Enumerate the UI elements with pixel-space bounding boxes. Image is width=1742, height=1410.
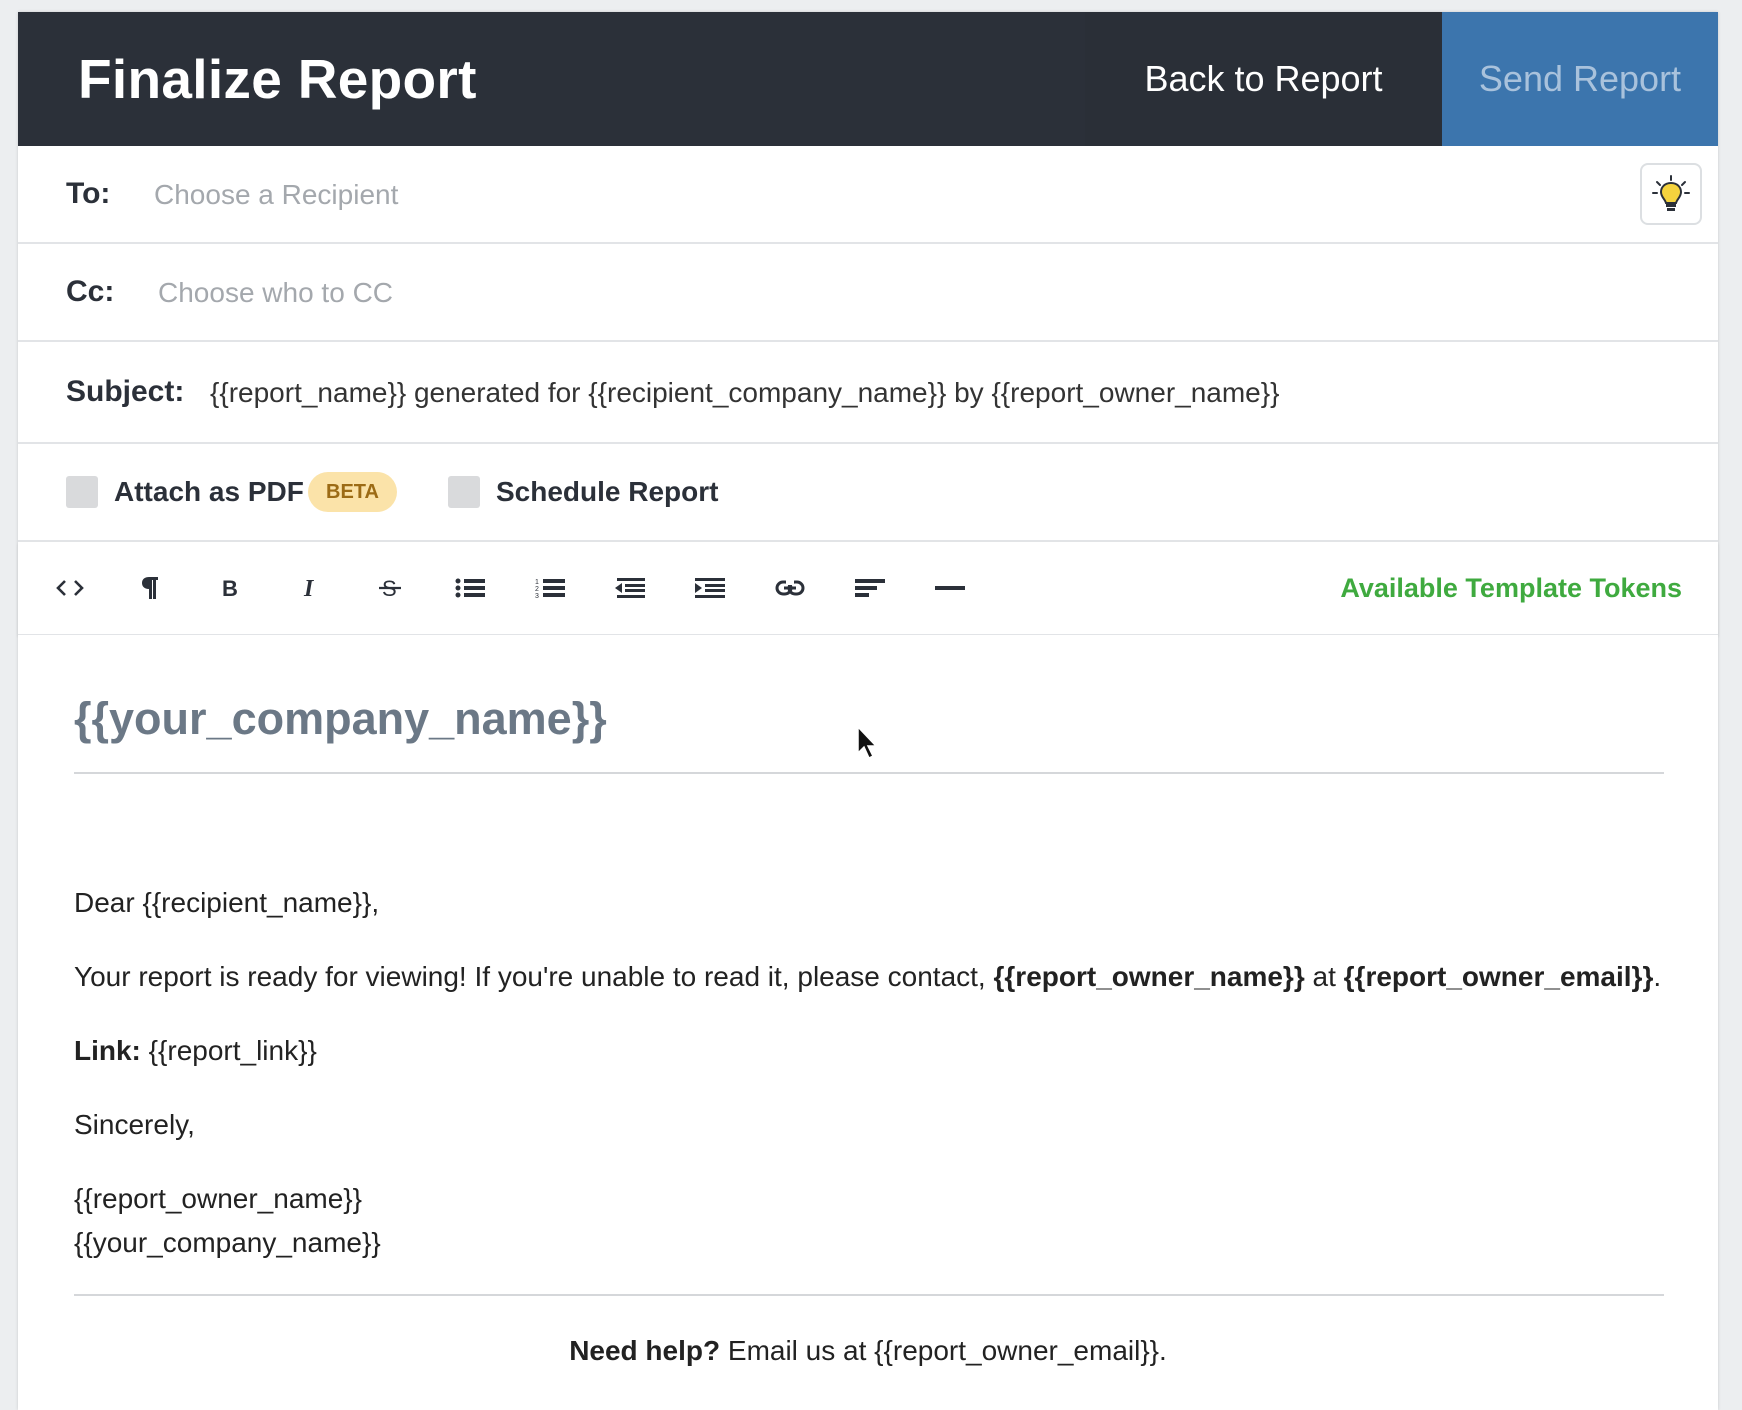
- bold-button[interactable]: B: [208, 568, 252, 608]
- attach-pdf-label[interactable]: Attach as PDF: [114, 476, 304, 508]
- period-text: .: [1653, 961, 1662, 992]
- pilcrow-icon: [142, 577, 158, 599]
- strikethrough-button[interactable]: S: [368, 568, 412, 608]
- page-title: Finalize Report: [78, 48, 477, 110]
- greeting-line: Dear {{recipient_name}},: [74, 887, 380, 918]
- indent-button[interactable]: [688, 568, 732, 608]
- align-button[interactable]: [848, 568, 892, 608]
- report-owner-name-token: {{report_owner_name}}: [993, 961, 1305, 992]
- svg-text:B: B: [222, 576, 238, 600]
- company-name-heading: {{your_company_name}}: [74, 693, 607, 744]
- subject-input[interactable]: [208, 373, 1662, 413]
- mouse-cursor-icon: [857, 725, 878, 760]
- heading-divider: [74, 772, 1664, 774]
- lightbulb-icon: [1652, 175, 1690, 211]
- svg-text:1: 1: [535, 579, 539, 586]
- indent-icon: [695, 578, 725, 598]
- report-owner-email-token: {{report_owner_email}}: [1343, 961, 1654, 992]
- editor-toolbar: B I S 123 Available Template Tokens: [18, 542, 1718, 635]
- numbered-list-button[interactable]: 123: [528, 568, 572, 608]
- strikethrough-icon: S: [379, 576, 401, 600]
- outdent-button[interactable]: [608, 568, 652, 608]
- need-help-label: Need help?: [569, 1335, 721, 1366]
- ordered-list-icon: 123: [535, 579, 565, 599]
- italic-button[interactable]: I: [288, 568, 332, 608]
- signature-name: {{report_owner_name}}: [74, 1183, 362, 1214]
- recipient-input[interactable]: [152, 176, 1456, 214]
- link-line: Link: {{report_link}}: [74, 1035, 317, 1067]
- link-label: Link:: [74, 1035, 141, 1066]
- to-row: To:: [18, 146, 1718, 244]
- send-report-button[interactable]: Send Report: [1442, 12, 1718, 146]
- svg-text:3: 3: [535, 593, 539, 599]
- tips-button[interactable]: [1640, 163, 1702, 225]
- report-link-token: {{report_link}}: [140, 1035, 317, 1066]
- at-text: at: [1304, 961, 1344, 992]
- align-left-icon: [855, 579, 885, 597]
- svg-text:2: 2: [535, 586, 539, 593]
- back-to-report-button[interactable]: Back to Report: [1085, 12, 1442, 146]
- ready-message-line: Your report is ready for viewing! If you…: [74, 961, 1661, 993]
- to-label: To:: [66, 177, 111, 210]
- subject-row: Subject:: [18, 342, 1718, 444]
- ready-message-text: Your report is ready for viewing! If you…: [74, 961, 994, 992]
- italic-icon: I: [303, 576, 315, 600]
- unordered-list-icon: [455, 578, 485, 598]
- subject-label: Subject:: [66, 375, 185, 408]
- cc-label: Cc:: [66, 275, 115, 308]
- paragraph-button[interactable]: [128, 568, 172, 608]
- finalize-report-window: Finalize Report Back to Report Send Repo…: [18, 12, 1718, 1410]
- horizontal-rule-button[interactable]: [928, 568, 972, 608]
- cc-row: Cc:: [18, 244, 1718, 342]
- outdent-icon: [615, 578, 645, 598]
- bold-icon: B: [222, 576, 238, 600]
- signature-company: {{your_company_name}}: [74, 1227, 381, 1258]
- footer-divider: [74, 1294, 1664, 1296]
- schedule-report-label[interactable]: Schedule Report: [496, 476, 718, 508]
- available-template-tokens-link[interactable]: Available Template Tokens: [1340, 542, 1682, 634]
- closing-line: Sincerely,: [74, 1109, 195, 1140]
- horizontal-rule-icon: [935, 586, 965, 590]
- cc-input[interactable]: [156, 274, 1460, 312]
- link-icon: [775, 580, 805, 596]
- beta-badge: BETA: [308, 472, 397, 512]
- help-email-text: Email us at {{report_owner_email}}.: [720, 1335, 1167, 1366]
- bullet-list-button[interactable]: [448, 568, 492, 608]
- code-icon: [56, 580, 84, 596]
- header-bar: Finalize Report Back to Report Send Repo…: [18, 12, 1718, 146]
- svg-text:I: I: [303, 576, 315, 600]
- attach-pdf-checkbox[interactable]: [66, 476, 98, 508]
- options-row: Attach as PDF BETA Schedule Report: [18, 444, 1718, 542]
- schedule-report-checkbox[interactable]: [448, 476, 480, 508]
- html-code-button[interactable]: [48, 568, 92, 608]
- link-button[interactable]: [768, 568, 812, 608]
- help-footer: Need help? Email us at {{report_owner_em…: [18, 1335, 1718, 1367]
